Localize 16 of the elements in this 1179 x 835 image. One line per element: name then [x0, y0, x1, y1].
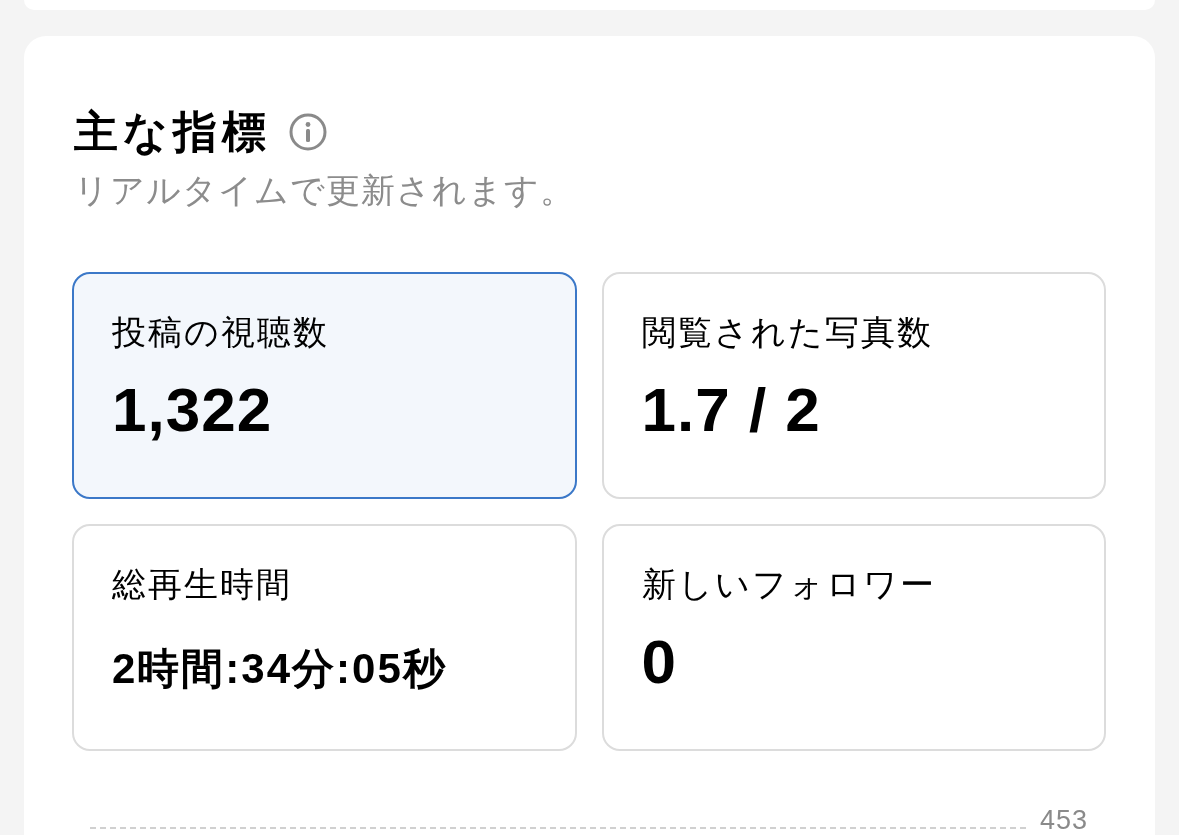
metric-label: 総再生時間 [112, 564, 292, 605]
metric-value: 0 [641, 631, 677, 693]
metric-value: 1.7 / 2 [641, 379, 821, 441]
metric-label: 投稿の視聴数 [112, 312, 329, 353]
metric-card[interactable]: 総再生時間 2時間:34分:05秒 [72, 524, 577, 751]
metric-value: 1,322 [112, 379, 273, 441]
metric-card[interactable]: 新しいフォロワー 0 [601, 524, 1106, 751]
section-subtitle: リアルタイムで更新されます。 [73, 170, 575, 211]
metric-card[interactable]: 投稿の視聴数 1,322 [72, 272, 577, 499]
metric-card[interactable]: 閲覧された写真数 1.7 / 2 [601, 272, 1106, 499]
axis-label: 453 [1039, 806, 1088, 835]
metric-value: 2時間:34分:05秒 [112, 648, 447, 690]
metric-label: 閲覧された写真数 [641, 312, 933, 353]
section-title: 主な指標 [74, 106, 271, 158]
metric-label: 新しいフォロワー [641, 564, 936, 605]
info-icon[interactable] [289, 113, 327, 151]
